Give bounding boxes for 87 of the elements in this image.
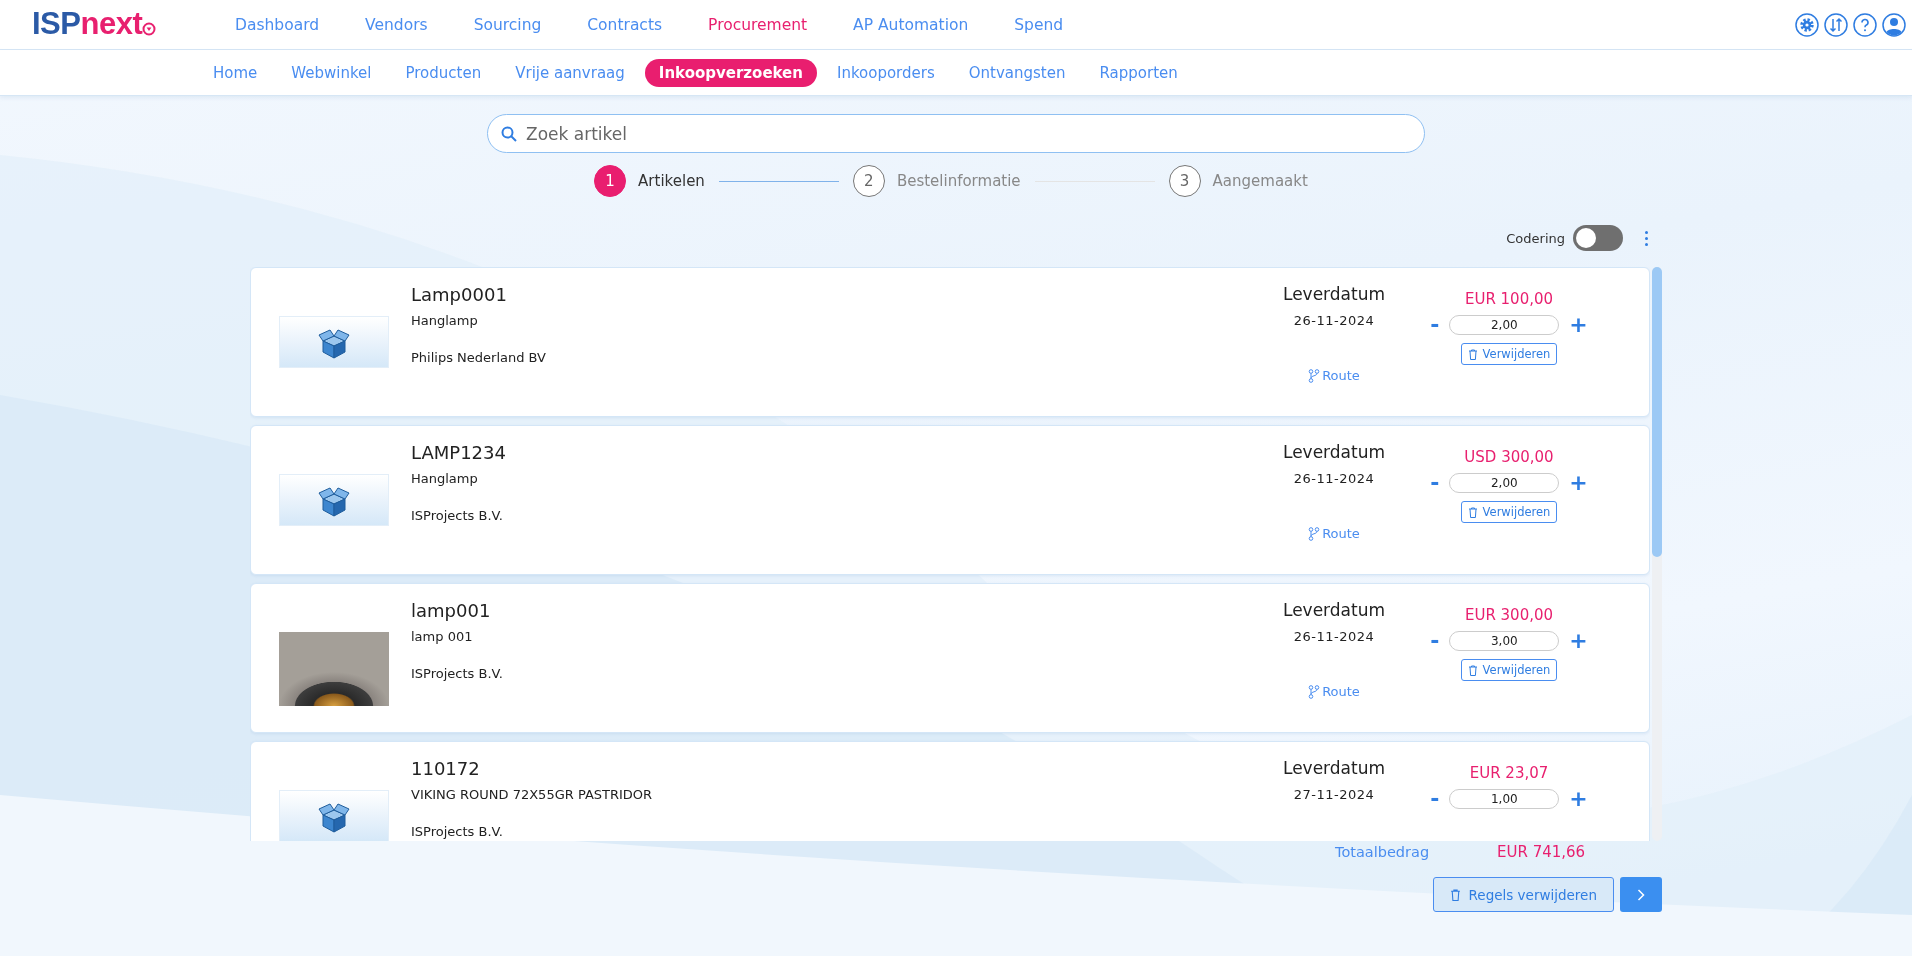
item-code: lamp001 (411, 600, 492, 621)
route-link[interactable]: Route (1308, 368, 1360, 383)
search-icon (501, 126, 517, 142)
decrease-button[interactable]: - (1428, 788, 1442, 810)
subnav-tab[interactable]: Webwinkel (277, 58, 386, 87)
item-code: Lamp0001 (411, 284, 508, 305)
delete-button[interactable]: Verwijderen (1460, 501, 1558, 523)
item-code: 110172 (411, 758, 481, 779)
quantity-field[interactable]: 3,00 (1449, 631, 1560, 651)
decrease-button[interactable]: - (1428, 630, 1442, 652)
delete-button[interactable]: Verwijderen (1460, 343, 1558, 365)
step-label: Bestelinformatie (896, 172, 1021, 190)
quantity-field[interactable]: 1,00 (1449, 789, 1560, 809)
supplier-name: Philips Nederland BV (411, 350, 547, 365)
item-code: LAMP1234 (411, 442, 507, 463)
item-price: EUR 300,00 (1464, 606, 1554, 624)
trash-icon (1449, 888, 1461, 901)
quantity-field[interactable]: 2,00 (1449, 473, 1560, 493)
delivery-date: 27-11-2024 (1293, 787, 1375, 802)
increase-button[interactable]: + (1567, 314, 1590, 336)
subnav-tab[interactable]: Inkoopverzoeken (644, 58, 817, 87)
branch-icon (1308, 684, 1321, 699)
trash-icon (1467, 664, 1478, 676)
search-field[interactable]: Zoek artikel (487, 114, 1425, 153)
quantity-field[interactable]: 2,00 (1449, 315, 1560, 335)
nav-tab[interactable]: Procurement (685, 15, 831, 34)
step-number: 1 (594, 165, 627, 197)
toggle-label: Codering (1506, 230, 1565, 246)
step-label: Artikelen (638, 172, 705, 190)
nav-tab[interactable]: Sourcing (450, 15, 565, 34)
settings-icon[interactable] (1795, 12, 1819, 37)
subnav-tab[interactable]: Producten (391, 58, 496, 87)
item-price: EUR 100,00 (1464, 290, 1554, 308)
route-link[interactable]: Route (1308, 526, 1360, 541)
item-description: VIKING ROUND 72X55GR PASTRIDOR (411, 787, 654, 802)
total-label: Totaalbedrag (1335, 844, 1431, 860)
toggle-switch[interactable] (1573, 225, 1623, 251)
subnav-tab[interactable]: Home (199, 58, 272, 87)
subnav-tab[interactable]: Inkooporders (823, 58, 949, 87)
subnav-tab[interactable]: Vrije aanvraag (501, 58, 639, 87)
decrease-button[interactable]: - (1428, 472, 1442, 494)
nav-tab[interactable]: Contracts (564, 15, 686, 34)
step-number: 2 (852, 165, 885, 197)
subnav-tab[interactable]: Rapporten (1085, 58, 1192, 87)
branch-icon (1308, 526, 1321, 541)
decrease-button[interactable]: - (1428, 314, 1442, 336)
box-image-icon (279, 316, 389, 368)
increase-button[interactable]: + (1567, 630, 1590, 652)
increase-button[interactable]: + (1567, 788, 1590, 810)
delivery-date-label: Leverdatum (1282, 442, 1386, 462)
delivery-date: 26-11-2024 (1293, 471, 1375, 486)
nav-tab[interactable]: Dashboard (212, 15, 343, 34)
item-description: Hanglamp (411, 313, 479, 328)
increase-button[interactable]: + (1567, 472, 1590, 494)
nav-tab[interactable]: Spend (991, 15, 1087, 34)
box-image-icon (279, 790, 389, 841)
delete-lines-button[interactable]: Regels verwijderen (1432, 877, 1614, 912)
trash-icon (1467, 506, 1478, 518)
subnav-tab[interactable]: Ontvangsten (954, 58, 1080, 87)
step-number: 3 (1168, 165, 1201, 197)
supplier-name: ISProjects B.V. (411, 824, 504, 839)
branch-icon (1308, 368, 1321, 383)
chevron-right-icon (1637, 888, 1645, 901)
delivery-date: 26-11-2024 (1293, 629, 1375, 644)
delete-button[interactable]: Verwijderen (1460, 659, 1558, 681)
item-price: EUR 23,07 (1469, 764, 1549, 782)
item-description: lamp 001 (411, 629, 474, 644)
scrollbar[interactable] (1652, 267, 1662, 841)
user-avatar-icon[interactable] (1882, 12, 1906, 37)
delivery-date-label: Leverdatum (1282, 758, 1386, 778)
nav-tab[interactable]: AP Automation (830, 15, 992, 34)
logo: ISPnext (32, 5, 212, 44)
step-label: Aangemaakt (1212, 172, 1308, 190)
delivery-date-label: Leverdatum (1282, 600, 1386, 620)
delivery-date: 26-11-2024 (1293, 313, 1375, 328)
nav-tab[interactable]: Vendors (342, 15, 451, 34)
supplier-name: ISProjects B.V. (411, 666, 504, 681)
delivery-date-label: Leverdatum (1282, 284, 1386, 304)
route-link[interactable]: Route (1308, 684, 1360, 699)
total-amount: EUR 741,66 (1497, 843, 1586, 861)
sort-arrows-icon[interactable] (1824, 12, 1848, 37)
help-icon[interactable] (1853, 12, 1877, 37)
trash-icon (1467, 348, 1478, 360)
item-price: USD 300,00 (1464, 448, 1554, 466)
supplier-name: ISProjects B.V. (411, 508, 504, 523)
item-description: Hanglamp (411, 471, 479, 486)
box-image-icon (279, 474, 389, 526)
